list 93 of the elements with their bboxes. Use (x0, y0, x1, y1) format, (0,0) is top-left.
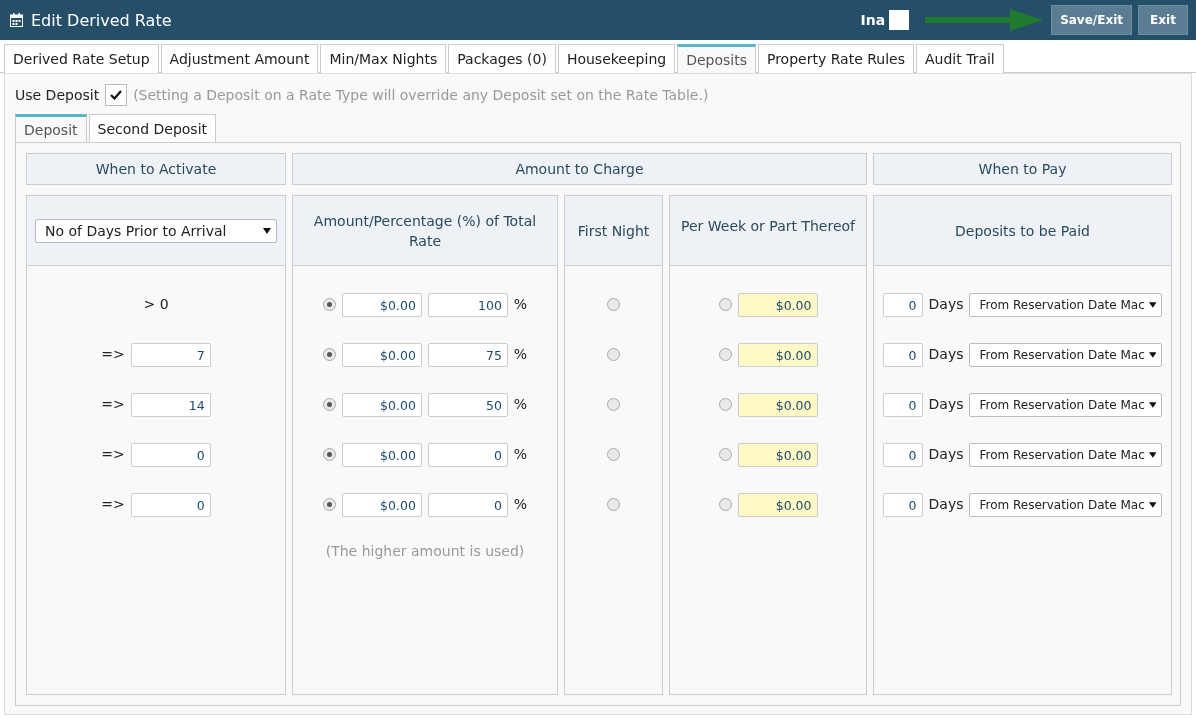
operator-label: => (101, 446, 125, 462)
check-icon (110, 90, 123, 100)
per-week-input[interactable]: $0.00 (737, 443, 818, 467)
caret-icon (1148, 302, 1157, 308)
operator-label: => (101, 496, 125, 512)
percent-label: % (513, 296, 528, 312)
days-label: Days (928, 346, 964, 362)
operator-label: => (101, 396, 125, 412)
use-deposit-checkbox[interactable] (105, 84, 128, 106)
radio-button[interactable] (322, 348, 336, 361)
operator-label: => (101, 346, 125, 362)
caret-icon (1148, 402, 1157, 408)
pay-days-input[interactable]: 0 (882, 493, 923, 517)
group-header: Amount to Charge (292, 153, 867, 185)
deposit-note: (Setting a Deposit on a Rate Type will override any Deposit set on the Rate Table.) (133, 87, 709, 103)
percent-label: % (513, 396, 528, 412)
pay-days-input[interactable]: 0 (882, 343, 923, 367)
sub-tab[interactable]: Second Deposit (88, 114, 217, 143)
per-week-input[interactable]: $0.00 (737, 393, 818, 417)
column-header: Per Week or Part Thereof (670, 196, 866, 266)
caret-icon (1148, 502, 1157, 508)
days-label: Days (928, 296, 964, 312)
pay-from-select[interactable]: From Reservation Date Mac (969, 293, 1163, 317)
days-label: Days (928, 396, 964, 412)
percent-input[interactable]: 50 (427, 393, 508, 417)
radio-button[interactable] (322, 448, 336, 461)
per-week-input[interactable]: $0.00 (737, 493, 818, 517)
column-header: Amount/Percentage (%) of Total Rate (293, 196, 557, 266)
radio-button[interactable] (718, 348, 732, 361)
tab[interactable]: Min/Max Nights (320, 44, 447, 73)
sub-tab[interactable]: Deposit (15, 114, 87, 143)
percent-label: % (513, 496, 528, 512)
radio-button[interactable] (322, 398, 336, 411)
group-header: When to Activate (26, 153, 286, 185)
header-button[interactable]: Exit (1138, 5, 1188, 35)
percent-label: % (513, 446, 528, 462)
header-button[interactable]: Save/Exit (1051, 5, 1132, 35)
pay-days-input[interactable]: 0 (882, 293, 923, 317)
amount-input[interactable]: $0.00 (341, 393, 422, 417)
tab[interactable]: Packages (0) (448, 44, 556, 73)
amount-input[interactable]: $0.00 (341, 343, 422, 367)
radio-button[interactable] (607, 448, 620, 461)
use-deposit-label: Use Deposit (15, 87, 100, 103)
radio-button[interactable] (718, 498, 732, 511)
days-label: Days (928, 446, 964, 462)
percent-input[interactable]: 0 (427, 493, 508, 517)
amount-input[interactable]: $0.00 (341, 443, 422, 467)
days-input[interactable]: 14 (130, 393, 211, 417)
amount-input[interactable]: $0.00 (341, 493, 422, 517)
days-input[interactable]: 0 (130, 493, 211, 517)
per-week-input[interactable]: $0.00 (737, 293, 818, 317)
radio-button[interactable] (718, 398, 732, 411)
days-input[interactable]: 0 (130, 443, 211, 467)
tab[interactable]: Audit Trail (915, 44, 1004, 73)
tab[interactable]: Property Rate Rules (757, 44, 914, 73)
amount-note: (The higher amount is used) (325, 543, 525, 559)
radio-button[interactable] (322, 498, 336, 511)
per-week-input[interactable]: $0.00 (737, 343, 818, 367)
pay-days-input[interactable]: 0 (882, 393, 923, 417)
inactive-label: Ina (860, 12, 886, 28)
column-header: First Night (565, 196, 662, 266)
radio-button[interactable] (607, 298, 620, 311)
percent-label: % (513, 346, 528, 362)
amount-input[interactable]: $0.00 (341, 293, 422, 317)
radio-button[interactable] (607, 348, 620, 361)
tab[interactable]: Derived Rate Setup (4, 44, 159, 73)
column-header: Deposits to be Paid (874, 196, 1171, 266)
pay-from-select[interactable]: From Reservation Date Mac (969, 343, 1163, 367)
tab[interactable]: Housekeeping (557, 44, 676, 73)
days-input[interactable]: 7 (130, 343, 211, 367)
caret-icon (263, 227, 271, 234)
activate-select[interactable]: No of Days Prior to Arrival (35, 218, 277, 243)
percent-input[interactable]: 0 (427, 443, 508, 467)
pay-from-select[interactable]: From Reservation Date Mac (969, 493, 1163, 517)
radio-button[interactable] (718, 448, 732, 461)
radio-button[interactable] (607, 498, 620, 511)
radio-button[interactable] (607, 398, 620, 411)
calendar-icon (10, 13, 23, 27)
percent-input[interactable]: 75 (427, 343, 508, 367)
radio-button[interactable] (718, 298, 732, 311)
window-title: Edit Derived Rate (31, 10, 173, 30)
operator-label: > 0 (143, 296, 169, 312)
caret-icon (1148, 352, 1157, 358)
tab[interactable]: Deposits (677, 44, 756, 73)
percent-input[interactable]: 100 (427, 293, 508, 317)
pay-from-select[interactable]: From Reservation Date Mac (969, 443, 1163, 467)
radio-button[interactable] (322, 298, 336, 311)
tab[interactable]: Adjustment Amount (160, 44, 319, 73)
days-label: Days (928, 496, 964, 512)
group-header: When to Pay (873, 153, 1172, 185)
caret-icon (1148, 452, 1157, 458)
pay-from-select[interactable]: From Reservation Date Mac (969, 393, 1163, 417)
pay-days-input[interactable]: 0 (882, 443, 923, 467)
